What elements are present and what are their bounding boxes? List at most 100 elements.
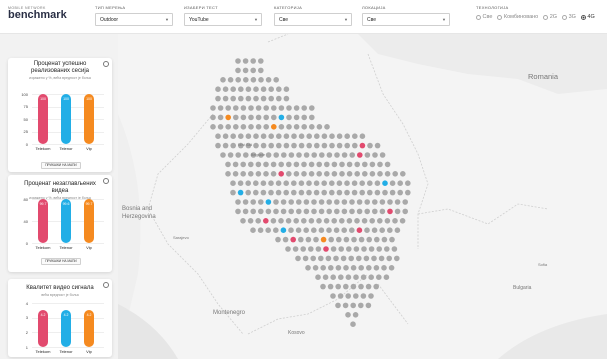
measurement-point[interactable] <box>253 133 259 139</box>
measurement-point[interactable] <box>324 124 330 130</box>
measurement-point[interactable] <box>248 171 254 177</box>
measurement-point[interactable] <box>250 199 256 205</box>
measurement-point[interactable] <box>271 105 277 111</box>
measurement-point[interactable] <box>371 227 378 233</box>
measurement-point[interactable] <box>333 255 339 262</box>
measurement-point[interactable] <box>344 189 350 196</box>
measurement-point[interactable] <box>292 246 299 252</box>
measurement-point[interactable] <box>245 189 251 196</box>
measurement-point[interactable] <box>329 180 335 186</box>
measurement-point[interactable] <box>349 152 355 158</box>
measurement-point[interactable] <box>240 105 247 111</box>
measurement-point[interactable] <box>392 218 398 224</box>
measurement-point[interactable] <box>225 105 231 111</box>
measurement-point[interactable] <box>400 171 406 177</box>
measurement-point[interactable] <box>215 86 221 92</box>
measurement-point[interactable] <box>288 199 294 205</box>
measurement-point[interactable] <box>358 265 364 271</box>
measurement-point[interactable] <box>283 133 290 139</box>
measurement-point[interactable] <box>323 246 329 252</box>
measurement-point[interactable] <box>358 283 364 290</box>
measurement-point[interactable] <box>323 218 330 224</box>
measurement-point[interactable] <box>341 227 347 233</box>
measurement-point[interactable] <box>210 105 216 111</box>
measurement-point[interactable] <box>354 218 360 224</box>
measurement-point[interactable] <box>268 133 274 139</box>
measurement-point[interactable] <box>255 114 262 121</box>
measurement-point[interactable] <box>373 283 379 290</box>
measurement-point[interactable] <box>379 227 386 233</box>
measurement-point[interactable] <box>286 161 292 168</box>
measurement-point[interactable] <box>341 152 348 158</box>
measurement-point[interactable] <box>230 180 236 186</box>
measurement-point[interactable] <box>291 142 297 149</box>
measurement-point[interactable] <box>371 255 377 262</box>
measurement-point[interactable] <box>215 142 221 149</box>
measurement-point[interactable] <box>377 161 383 168</box>
location-select[interactable]: Све ▼ <box>362 13 450 26</box>
measurement-point[interactable] <box>270 218 277 224</box>
measurement-point[interactable] <box>381 265 387 271</box>
measurement-point[interactable] <box>318 255 324 262</box>
measurement-point[interactable] <box>268 142 274 149</box>
measurement-point[interactable] <box>268 189 274 196</box>
measurement-point[interactable] <box>301 161 307 168</box>
measurement-point[interactable] <box>271 114 277 121</box>
measurement-point[interactable] <box>265 199 272 205</box>
measurement-point[interactable] <box>308 246 314 252</box>
measurement-point[interactable] <box>276 133 282 139</box>
map-canvas[interactable]: Romania Bosnia and Herzegovina Montenegro Ko… <box>118 34 607 359</box>
measurement-point[interactable] <box>364 208 370 215</box>
measurement-point[interactable] <box>334 208 340 215</box>
measurement-point[interactable] <box>389 189 396 196</box>
measurement-point[interactable] <box>349 208 355 215</box>
measurement-point[interactable] <box>391 246 398 252</box>
measurement-point[interactable] <box>295 227 302 233</box>
measurement-point[interactable] <box>247 218 254 224</box>
measurement-point[interactable] <box>222 95 229 102</box>
measurement-point[interactable] <box>243 152 249 158</box>
measurement-point[interactable] <box>301 171 307 177</box>
measurement-point[interactable] <box>384 218 391 224</box>
measurement-point[interactable] <box>362 161 368 168</box>
measurement-point[interactable] <box>356 199 363 205</box>
measurement-point[interactable] <box>335 265 342 271</box>
measurement-point[interactable] <box>255 124 262 130</box>
measurement-point[interactable] <box>387 208 393 215</box>
measurement-point[interactable] <box>250 227 256 233</box>
tech-option-3g[interactable]: 3G <box>562 14 576 20</box>
measurement-point[interactable] <box>353 246 360 252</box>
measurement-point[interactable] <box>301 105 307 111</box>
measurement-point[interactable] <box>326 199 332 205</box>
measurement-point[interactable] <box>248 114 254 121</box>
measurement-point[interactable] <box>379 199 386 205</box>
measurement-point[interactable] <box>309 114 315 121</box>
measurement-point[interactable] <box>268 86 274 92</box>
measurement-point[interactable] <box>329 142 335 149</box>
measurement-point[interactable] <box>392 171 399 177</box>
measurement-point[interactable] <box>258 208 264 215</box>
measurement-point[interactable] <box>278 171 284 177</box>
measurement-point[interactable] <box>397 189 404 196</box>
measurement-point[interactable] <box>335 302 341 309</box>
measurement-point[interactable] <box>312 265 319 271</box>
measurement-point[interactable] <box>377 218 383 224</box>
measurement-point[interactable] <box>313 236 319 243</box>
measurement-point[interactable] <box>298 142 305 149</box>
measurement-point[interactable] <box>283 95 290 102</box>
measurement-point[interactable] <box>388 265 395 271</box>
measurement-point[interactable] <box>303 152 310 158</box>
measurement-point[interactable] <box>330 293 336 299</box>
measurement-point[interactable] <box>359 133 366 139</box>
measurement-point[interactable] <box>378 255 385 262</box>
measurement-point[interactable] <box>384 161 391 168</box>
measurement-point[interactable] <box>345 312 351 318</box>
measurement-point[interactable] <box>344 142 350 149</box>
measurement-point[interactable] <box>321 142 328 149</box>
measurement-point[interactable] <box>245 95 252 102</box>
measurement-point[interactable] <box>280 227 287 233</box>
measurement-type-select[interactable]: Outdoor ▼ <box>95 13 173 26</box>
measurement-point[interactable] <box>374 236 380 243</box>
measurement-point[interactable] <box>263 114 269 121</box>
measurement-point[interactable] <box>346 218 353 224</box>
